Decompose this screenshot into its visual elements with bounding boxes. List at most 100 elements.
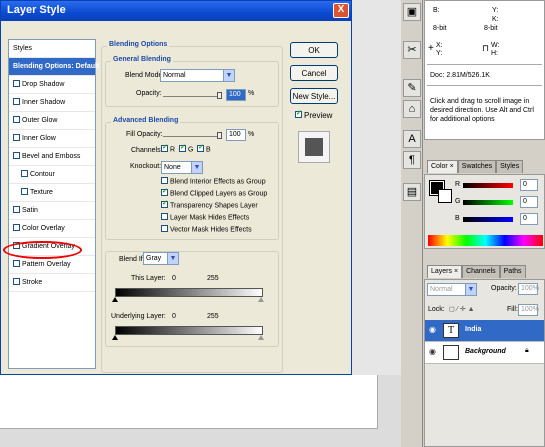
layer-comps-icon[interactable]: ▤ xyxy=(403,183,421,201)
blend-mode-select[interactable]: Normal ▼ xyxy=(160,69,235,82)
styles-header[interactable]: Styles xyxy=(9,40,95,58)
color-b-value: 0 xyxy=(523,215,527,222)
color-r-slider[interactable] xyxy=(463,183,513,188)
checkbox-icon[interactable] xyxy=(13,97,20,105)
style-item[interactable]: Contour xyxy=(9,166,95,184)
brush-icon[interactable]: ✎ xyxy=(403,79,421,97)
underlying-white-thumb[interactable] xyxy=(258,335,264,340)
fill-opacity-slider-thumb[interactable] xyxy=(217,132,222,139)
knockout-select[interactable]: None ▼ xyxy=(161,161,203,174)
color-b-input[interactable]: 0 xyxy=(520,213,538,225)
style-item[interactable]: Inner Glow xyxy=(9,130,95,148)
blend-option-label: Layer Mask Hides Effects xyxy=(170,214,250,222)
channel-b-checkbox[interactable]: B xyxy=(197,143,211,153)
tab-channels[interactable]: Channels xyxy=(462,265,500,278)
blend-if-select[interactable]: Gray ▼ xyxy=(143,252,179,265)
background-swatch[interactable] xyxy=(438,189,452,203)
opacity-input[interactable]: 100 xyxy=(226,89,246,101)
checkbox-icon[interactable] xyxy=(21,187,28,195)
blend-option-checkbox[interactable]: Blend Interior Effects as Group xyxy=(161,177,267,190)
info-x-label: X: xyxy=(436,42,443,49)
opacity-slider-track[interactable] xyxy=(163,96,221,97)
color-g-slider[interactable] xyxy=(463,200,513,205)
tab-styles[interactable]: Styles xyxy=(496,160,524,173)
layer-row[interactable]: ◉ T India xyxy=(425,320,544,342)
tab-swatches[interactable]: Swatches xyxy=(457,160,497,173)
info-w-label: W: xyxy=(491,42,500,49)
eye-icon[interactable]: ◉ xyxy=(429,347,436,356)
blend-option-checkbox[interactable]: Vector Mask Hides Effects xyxy=(161,225,267,238)
style-item[interactable]: Inner Shadow xyxy=(9,94,95,112)
layers-panel-tabs: Layers × Channels Paths xyxy=(427,265,545,279)
checkbox-icon[interactable] xyxy=(13,133,20,141)
style-item-label: Bevel and Emboss xyxy=(22,153,81,160)
blend-option-checkbox[interactable]: Layer Mask Hides Effects xyxy=(161,213,267,226)
style-item[interactable]: Stroke xyxy=(9,274,95,292)
layer-row[interactable]: ◉ Background 🔒︎ xyxy=(425,342,544,364)
checkbox-icon[interactable] xyxy=(13,223,20,231)
advanced-blending-title: Advanced Blending xyxy=(111,117,181,124)
color-r-input[interactable]: 0 xyxy=(520,179,538,191)
tab-swatches-label: Swatches xyxy=(461,163,493,170)
color-b-slider[interactable] xyxy=(463,217,513,222)
checkbox-icon[interactable] xyxy=(13,277,20,285)
blend-option-checkbox[interactable]: Transparency Shapes Layer xyxy=(161,199,267,214)
cancel-button[interactable]: Cancel xyxy=(290,65,338,81)
this-layer-max: 255 xyxy=(207,275,219,282)
layer-opacity-value: 100% xyxy=(521,285,539,292)
layer-fill-label: Fill: xyxy=(507,306,518,313)
stamp-icon[interactable]: ⌂ xyxy=(403,100,421,118)
this-layer-black-thumb[interactable] xyxy=(112,297,118,302)
checkbox-icon[interactable] xyxy=(21,169,28,177)
style-item[interactable]: Drop Shadow xyxy=(9,76,95,94)
style-item[interactable]: Outer Glow xyxy=(9,112,95,130)
layer-blend-mode-select[interactable]: Normal ▼ xyxy=(427,283,477,296)
tab-color[interactable]: Color × xyxy=(427,160,458,173)
layers-panel-body: Normal ▼ Opacity: 100% Lock: ◻ ⁄ ✛ ▲ Fill… xyxy=(424,279,545,447)
style-item[interactable]: Color Overlay xyxy=(9,220,95,238)
panel-toggle-icon[interactable]: ▣ xyxy=(403,3,421,21)
eye-icon[interactable]: ◉ xyxy=(429,325,436,334)
this-layer-gradient[interactable] xyxy=(115,288,263,297)
opacity-slider-thumb[interactable] xyxy=(217,92,222,99)
checkbox-icon[interactable] xyxy=(13,115,20,123)
tab-paths[interactable]: Paths xyxy=(499,265,526,278)
checkbox-icon[interactable] xyxy=(13,151,20,159)
fill-opacity-slider-track[interactable] xyxy=(163,136,221,137)
blend-option-checkbox[interactable]: Blend Clipped Layers as Group xyxy=(161,187,267,202)
channel-g-checkbox[interactable]: G xyxy=(179,143,193,153)
channel-r-checkbox[interactable]: R xyxy=(161,143,175,153)
checkbox-icon[interactable] xyxy=(13,205,20,213)
layer-thumbnail: T xyxy=(443,323,459,338)
marquee-size-icon: ⊓ xyxy=(482,43,490,53)
checkbox-icon[interactable] xyxy=(13,259,20,267)
fill-opacity-input[interactable]: 100 xyxy=(226,129,246,141)
color-g-input[interactable]: 0 xyxy=(520,196,538,208)
type-icon[interactable]: A xyxy=(403,130,421,148)
style-item[interactable]: Satin xyxy=(9,202,95,220)
preview-checkbox[interactable]: Preview xyxy=(295,109,332,120)
dialog-titlebar[interactable]: Layer Style X xyxy=(1,1,351,21)
layer-opacity-input[interactable]: 100% xyxy=(518,283,539,295)
layer-fill-input[interactable]: 100% xyxy=(518,304,539,316)
paragraph-icon[interactable]: ¶ xyxy=(403,151,421,169)
chevron-down-icon: ▼ xyxy=(465,284,476,295)
style-item[interactable]: Texture xyxy=(9,184,95,202)
color-ramp[interactable] xyxy=(428,235,543,246)
this-layer-white-thumb[interactable] xyxy=(258,297,264,302)
dialog-title: Layer Style xyxy=(7,4,66,16)
style-item[interactable]: Bevel and Emboss xyxy=(9,148,95,166)
close-button[interactable]: X xyxy=(333,3,349,18)
knockout-label: Knockout: xyxy=(130,163,162,170)
style-item-label: Blending Options: Default xyxy=(13,63,100,70)
tab-styles-label: Styles xyxy=(500,163,520,170)
ok-button[interactable]: OK xyxy=(290,42,338,58)
underlying-black-thumb[interactable] xyxy=(112,335,118,340)
layer-opacity-label: Opacity: xyxy=(491,285,517,292)
tools-icon[interactable]: ✂ xyxy=(403,41,421,59)
style-item[interactable]: Blending Options: Default xyxy=(9,58,99,76)
new-style-button[interactable]: New Style... xyxy=(290,88,338,104)
underlying-gradient[interactable] xyxy=(115,326,263,335)
checkbox-icon[interactable] xyxy=(13,79,20,87)
tab-layers[interactable]: Layers × xyxy=(427,265,463,278)
